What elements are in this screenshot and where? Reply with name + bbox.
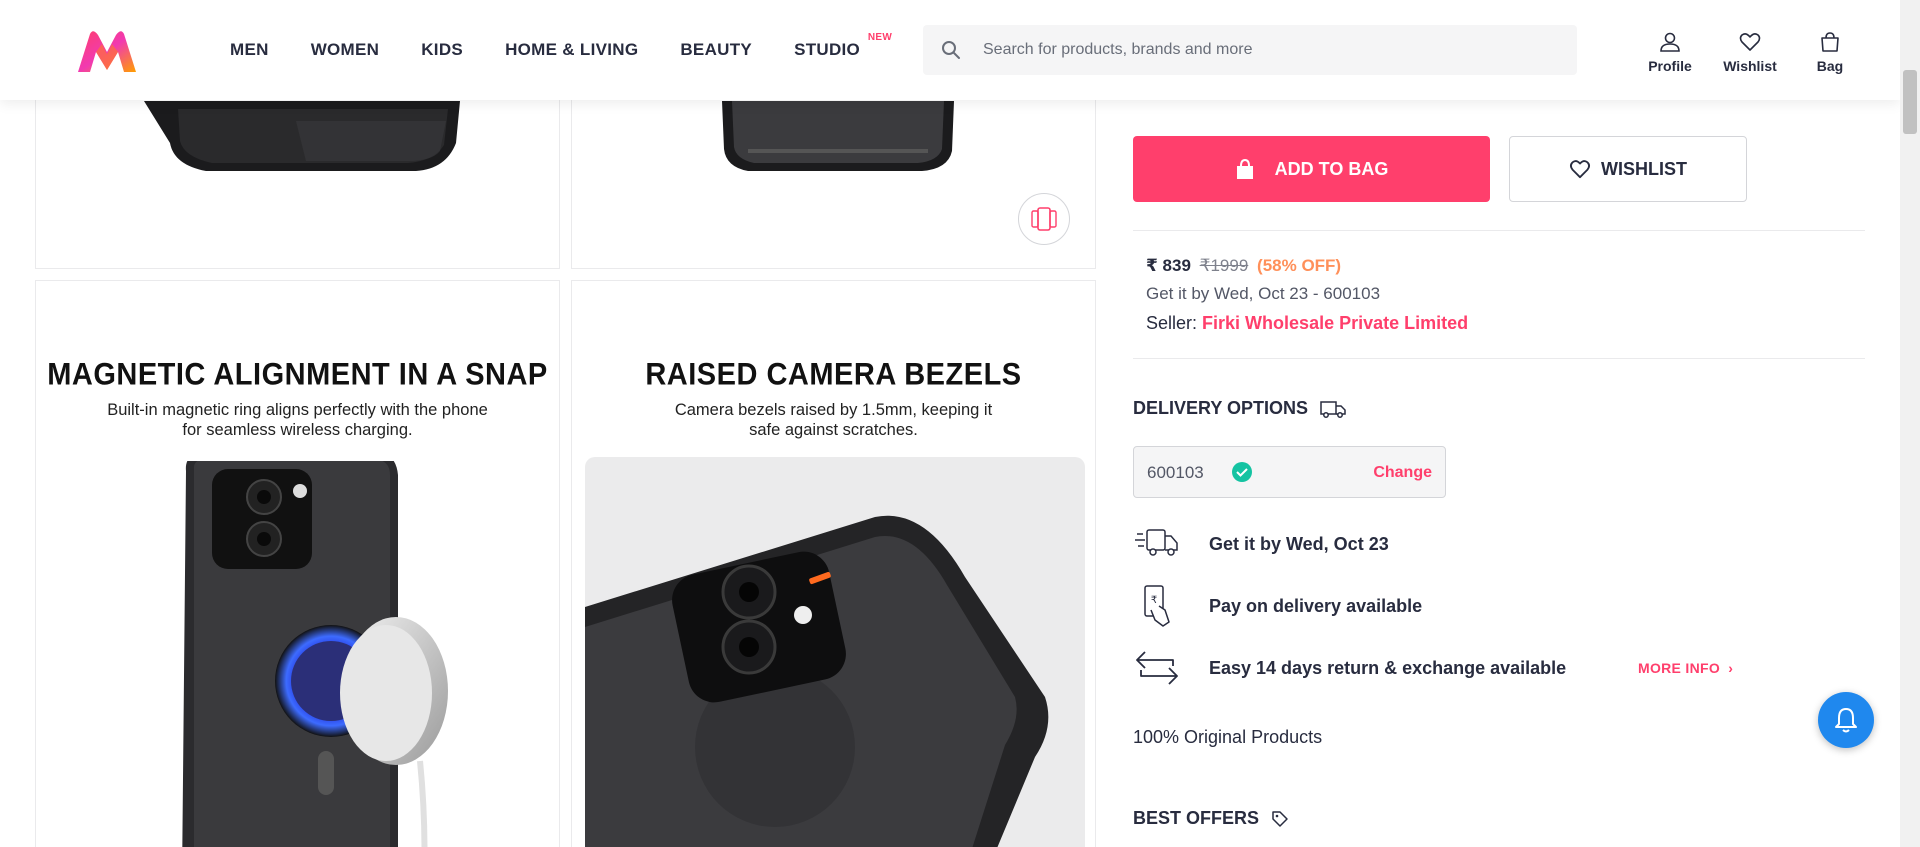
best-offers-heading: BEST OFFERS (1133, 808, 1289, 829)
new-badge: NEW (867, 32, 893, 43)
nav-label: BEAUTY (680, 40, 753, 59)
seller-line: Seller: Firki Wholesale Private Limited (1146, 313, 1468, 334)
pay-on-delivery-text: Pay on delivery available (1209, 595, 1423, 616)
magsafe-phone-image (182, 461, 448, 847)
nav-men[interactable]: MEN (230, 40, 269, 60)
nav-label: WOMEN (310, 40, 380, 59)
add-to-bag-button[interactable]: ADD TO BAG (1133, 136, 1490, 202)
profile-label: Profile (1648, 58, 1692, 74)
nav-women[interactable]: WOMEN (311, 40, 380, 60)
more-info-label: MORE INFO (1638, 660, 1721, 676)
return-exchange-icon (1136, 651, 1178, 685)
divider (1133, 230, 1865, 231)
wishlist-label: Wishlist (1723, 58, 1777, 74)
nav-studio[interactable]: STUDIO NEW (794, 32, 892, 60)
tile-subtitle-line: Built-in magnetic ring aligns perfectly … (107, 401, 488, 419)
product-image-tile-4[interactable]: RAISED CAMERA BEZELS Camera bezels raise… (571, 280, 1096, 847)
delivery-options-heading: DELIVERY OPTIONS (1133, 398, 1346, 419)
return-exchange-text: Easy 14 days return & exchange available (1209, 657, 1567, 678)
selling-price: ₹ 839 (1146, 256, 1191, 275)
price-line: ₹ 839 ₹1999 (58% OFF) (1146, 256, 1341, 276)
similar-products-button[interactable] (1018, 193, 1070, 245)
nav-label: STUDIO (794, 40, 861, 59)
nav-home-living[interactable]: HOME & LIVING (505, 40, 638, 60)
pay-on-delivery-row: ₹ Pay on delivery available (1133, 582, 1422, 630)
notification-bell-button[interactable] (1818, 692, 1874, 748)
nav-label: KIDS (421, 40, 464, 59)
tile-heading: RAISED CAMERA BEZELS (645, 357, 1022, 393)
search-input[interactable] (983, 25, 1563, 75)
bag-button[interactable]: Bag (1790, 30, 1870, 74)
bag-icon (1236, 158, 1253, 179)
delivery-truck-icon (1320, 400, 1346, 418)
change-pincode-button[interactable]: Change (1373, 464, 1432, 482)
delivery-eta: Get it by Wed, Oct 23 - 600103 (1146, 284, 1381, 303)
seller-label: Seller: (1146, 313, 1198, 333)
product-image-tile-3[interactable]: MAGNETIC ALIGNMENT IN A SNAP Built-in ma… (35, 280, 560, 847)
tile-heading: MAGNETIC ALIGNMENT IN A SNAP (47, 357, 548, 393)
nav-label: MEN (230, 40, 269, 59)
wishlist-header-button[interactable]: Wishlist (1710, 30, 1790, 74)
bell-icon (1835, 708, 1857, 733)
check-circle-icon (1232, 462, 1252, 482)
header-actions: Profile Wishlist Bag (1630, 30, 1870, 74)
discount-percent: (58% OFF) (1257, 256, 1342, 275)
delivery-date-text: Get it by Wed, Oct 23 (1209, 533, 1389, 554)
svg-text:₹: ₹ (1151, 595, 1157, 606)
top-header: MEN WOMEN KIDS HOME & LIVING BEAUTY STUD… (0, 0, 1900, 100)
tile-subtitle-line: safe against scratches. (749, 421, 918, 439)
myntra-logo[interactable] (76, 30, 138, 74)
main-nav: MEN WOMEN KIDS HOME & LIVING BEAUTY STUD… (230, 32, 902, 60)
bag-icon (1821, 32, 1839, 52)
bag-label: Bag (1816, 58, 1844, 74)
cash-payment-icon: ₹ (1144, 585, 1170, 627)
seller-name-link[interactable]: Firki Wholesale Private Limited (1202, 313, 1468, 333)
page-scrollbar[interactable] (1900, 0, 1920, 847)
phone-swap-icon (1031, 207, 1057, 231)
heart-icon (1739, 33, 1761, 51)
delivery-truck-icon (1135, 529, 1178, 556)
delivery-info-row: Get it by Wed, Oct 23 (1133, 520, 1389, 568)
best-offers-title: BEST OFFERS (1133, 808, 1260, 828)
more-info-link[interactable]: MORE INFO › (1638, 660, 1733, 676)
product-page: MEN WOMEN KIDS HOME & LIVING BEAUTY STUD… (0, 0, 1920, 847)
add-to-bag-label: ADD TO BAG (1274, 158, 1389, 179)
nav-beauty[interactable]: BEAUTY (680, 40, 752, 60)
return-exchange-row: Easy 14 days return & exchange available (1133, 644, 1566, 692)
camera-bezel-image (585, 457, 1085, 847)
pincode-value: 600103 (1147, 463, 1204, 482)
user-icon (1660, 32, 1680, 52)
pincode-box[interactable]: 600103 Change (1133, 446, 1446, 498)
mrp-price: ₹1999 (1199, 256, 1249, 275)
tile-subtitle-line: for seamless wireless charging. (182, 421, 413, 439)
nav-label: HOME & LIVING (505, 40, 639, 59)
nav-kids[interactable]: KIDS (421, 40, 463, 60)
divider (1133, 358, 1865, 359)
tile-subtitle-line: Camera bezels raised by 1.5mm, keeping i… (674, 401, 993, 419)
heart-icon (1570, 160, 1590, 179)
wishlist-button-label: WISHLIST (1601, 158, 1687, 179)
chevron-right-icon: › (1728, 660, 1734, 676)
scrollbar-thumb[interactable] (1903, 70, 1917, 134)
original-products-text: 100% Original Products (1133, 727, 1323, 747)
tag-icon (1272, 810, 1288, 827)
search-icon[interactable] (941, 40, 961, 60)
search-bar (923, 25, 1577, 75)
wishlist-button[interactable]: WISHLIST (1509, 136, 1747, 202)
delivery-options-title: DELIVERY OPTIONS (1133, 398, 1309, 418)
profile-button[interactable]: Profile (1630, 30, 1710, 74)
